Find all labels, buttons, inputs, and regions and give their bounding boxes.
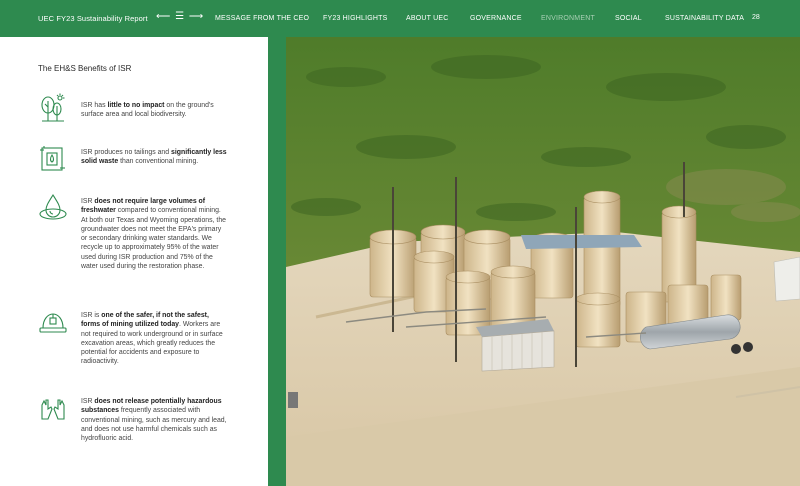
hands-icon bbox=[38, 395, 68, 425]
benefit-text: ISR does not require large volumes of fr… bbox=[81, 198, 226, 271]
nav-controls[interactable]: ⟵ ☰ ⟶ bbox=[156, 11, 204, 22]
section-title: The EH&S Benefits of ISR bbox=[38, 64, 132, 73]
nav-item-governance[interactable]: GOVERNANCE bbox=[470, 15, 522, 22]
nav-item-about-uec[interactable]: ABOUT UEC bbox=[406, 15, 449, 22]
benefit-text: ISR produces no tailings and significant… bbox=[81, 149, 227, 166]
hard-hat-icon bbox=[38, 308, 68, 338]
top-navigation-bar: UEC FY23 Sustainability Report ⟵ ☰ ⟶ MES… bbox=[0, 0, 800, 37]
isr-facility-photo bbox=[286, 37, 800, 486]
benefit-text: ISR is one of the safer, if not the safe… bbox=[81, 312, 223, 366]
water-drop-icon bbox=[38, 192, 68, 222]
nav-item-environment[interactable]: ENVIRONMENT bbox=[541, 15, 595, 22]
nav-item-fy23-highlights[interactable]: FY23 HIGHLIGHTS bbox=[323, 15, 387, 22]
report-title[interactable]: UEC FY23 Sustainability Report bbox=[38, 14, 148, 23]
benefit-text: ISR has little to no impact on the groun… bbox=[81, 102, 214, 119]
nav-item-sustainability-data[interactable]: SUSTAINABILITY DATA bbox=[665, 15, 744, 22]
mining-waste-icon bbox=[38, 144, 68, 174]
benefits-panel: The EH&S Benefits of ISR ISR has little … bbox=[0, 37, 268, 486]
page-number: 28 bbox=[752, 14, 760, 21]
nav-item-ceo-message[interactable]: MESSAGE FROM THE CEO bbox=[215, 15, 309, 22]
green-divider-strip bbox=[268, 37, 286, 486]
nav-item-social[interactable]: SOCIAL bbox=[615, 15, 642, 22]
tree-sun-icon bbox=[38, 93, 68, 123]
benefit-text: ISR does not release potentially hazardo… bbox=[81, 398, 227, 443]
